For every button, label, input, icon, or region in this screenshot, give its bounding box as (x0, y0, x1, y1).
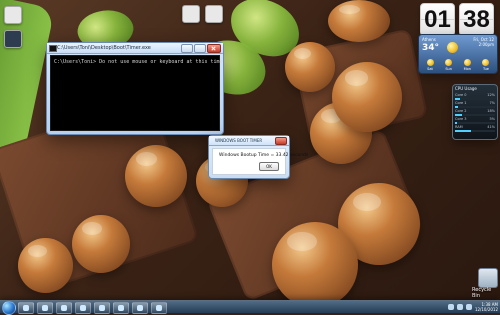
wallpaper-hazelnut-1 (125, 145, 187, 207)
app-icon (61, 305, 67, 311)
taskbar-item[interactable] (75, 302, 91, 314)
dialog-message: Windows Bootup Time = 33.42 seconds (219, 153, 309, 158)
dialog-body: Windows Bootup Time = 33.42 seconds OK (212, 148, 308, 175)
app-icon (23, 305, 29, 311)
forecast-day: Sun (440, 59, 458, 71)
forecast-day: Mon (458, 59, 476, 71)
taskbar-item[interactable] (132, 302, 148, 314)
forecast-day: Sat (421, 59, 439, 71)
recycle-bin-icon[interactable] (478, 268, 498, 288)
wallpaper-hazelnut-7 (332, 62, 402, 132)
taskbar-item[interactable] (18, 302, 34, 314)
weather-icon (463, 59, 471, 66)
app-icon (99, 305, 105, 311)
system-tray: 1:38 AM 12/10/2012 (447, 302, 498, 312)
close-button[interactable] (207, 44, 221, 53)
cpu-gadget-title: CPU Usage (455, 86, 477, 91)
app-icon (156, 305, 162, 311)
recycle-bin-label: Recycle Bin (472, 287, 492, 299)
cpu-row: Core 1 7% (455, 101, 495, 105)
console-output-line: C:\Users\Toni> Do not use mouse or keybo… (54, 59, 223, 65)
desktop-icon-3[interactable] (182, 5, 200, 23)
forecast-day: Tue (477, 59, 495, 71)
ok-button[interactable]: OK (259, 162, 279, 171)
cpu-row: Core 2 18% (455, 109, 495, 113)
clock-gadget[interactable]: 01 38 (420, 3, 494, 36)
wallpaper-hazelnut-3 (18, 238, 73, 293)
cpu-bar (455, 122, 495, 124)
cpu-gadget-rows: Core 0 12% Core 1 7% Core 2 18% Core 3 5% RA… (455, 92, 495, 137)
weather-date: Fri, Oct 12 2:00pm (473, 37, 494, 47)
cpu-gadget[interactable]: CPU Usage Core 0 12% Core 1 7% Core 2 18% C… (452, 84, 498, 140)
taskbar-item[interactable] (94, 302, 110, 314)
dialog-title: WINDOWS BOOT TIMER (215, 138, 263, 143)
app-icon (80, 305, 86, 311)
wallpaper-hazelnut-10 (328, 0, 390, 42)
app-icon (42, 305, 48, 311)
weather-location: Athens (422, 37, 436, 42)
wallpaper-hazelnut-2 (72, 215, 130, 273)
tray-clock[interactable]: 1:38 AM 12/10/2012 (475, 302, 498, 312)
cpu-bar (455, 106, 495, 108)
wallpaper-hazelnut-5 (285, 42, 335, 92)
console-output-area[interactable]: C:\Users\Toni> Do not use mouse or keybo… (50, 55, 223, 131)
clock-minutes: 38 (459, 3, 494, 36)
console-titlebar[interactable]: C:\Users\Toni\Desktop\Boot\Timer.exe (47, 43, 223, 54)
cpu-bar (455, 114, 495, 116)
cpu-bar (455, 98, 495, 100)
console-title: C:\Users\Toni\Desktop\Boot\Timer.exe (57, 45, 151, 51)
taskbar-item[interactable] (37, 302, 53, 314)
app-icon (118, 305, 124, 311)
weather-icon (482, 59, 490, 66)
desktop: 01 38 Athens 34° Fri, Oct 12 2:00pm Sat … (0, 0, 500, 301)
clock-hours: 01 (420, 3, 455, 36)
wallpaper-hazelnut-9 (272, 222, 358, 301)
sun-icon (447, 42, 458, 53)
boot-timer-dialog[interactable]: WINDOWS BOOT TIMER Windows Bootup Time =… (208, 135, 308, 179)
weather-gadget[interactable]: Athens 34° Fri, Oct 12 2:00pm Sat Sun Mo… (418, 34, 498, 74)
taskbar-item[interactable] (56, 302, 72, 314)
maximize-button[interactable] (194, 44, 206, 53)
cpu-row: Core 0 12% (455, 93, 495, 97)
desktop-icon-2[interactable] (4, 30, 22, 48)
desktop-icon-1[interactable] (4, 6, 22, 24)
taskbar-items (18, 302, 167, 314)
weather-icon (445, 59, 453, 66)
taskbar-item[interactable] (113, 302, 129, 314)
app-icon (137, 305, 143, 311)
console-window-controls (181, 44, 221, 53)
flag-icon[interactable] (465, 304, 472, 310)
command-prompt-icon (49, 45, 57, 52)
network-icon[interactable] (447, 304, 454, 310)
volume-icon[interactable] (456, 304, 463, 310)
desktop-icon-4[interactable] (205, 5, 223, 23)
minimize-button[interactable] (181, 44, 193, 53)
weather-icon (426, 59, 434, 66)
taskbar: 1:38 AM 12/10/2012 (0, 300, 500, 315)
cpu-row: RAM 41% (455, 125, 495, 129)
cpu-row: Core 3 5% (455, 117, 495, 121)
taskbar-item[interactable] (151, 302, 167, 314)
weather-temperature: 34° (422, 43, 440, 53)
weather-forecast: Sat Sun Mon Tue (421, 59, 495, 71)
dialog-titlebar[interactable]: WINDOWS BOOT TIMER (209, 136, 289, 146)
dialog-close-button[interactable] (275, 137, 287, 145)
cpu-bar (455, 130, 495, 132)
console-window[interactable]: C:\Users\Toni\Desktop\Boot\Timer.exe C:\… (46, 42, 224, 135)
